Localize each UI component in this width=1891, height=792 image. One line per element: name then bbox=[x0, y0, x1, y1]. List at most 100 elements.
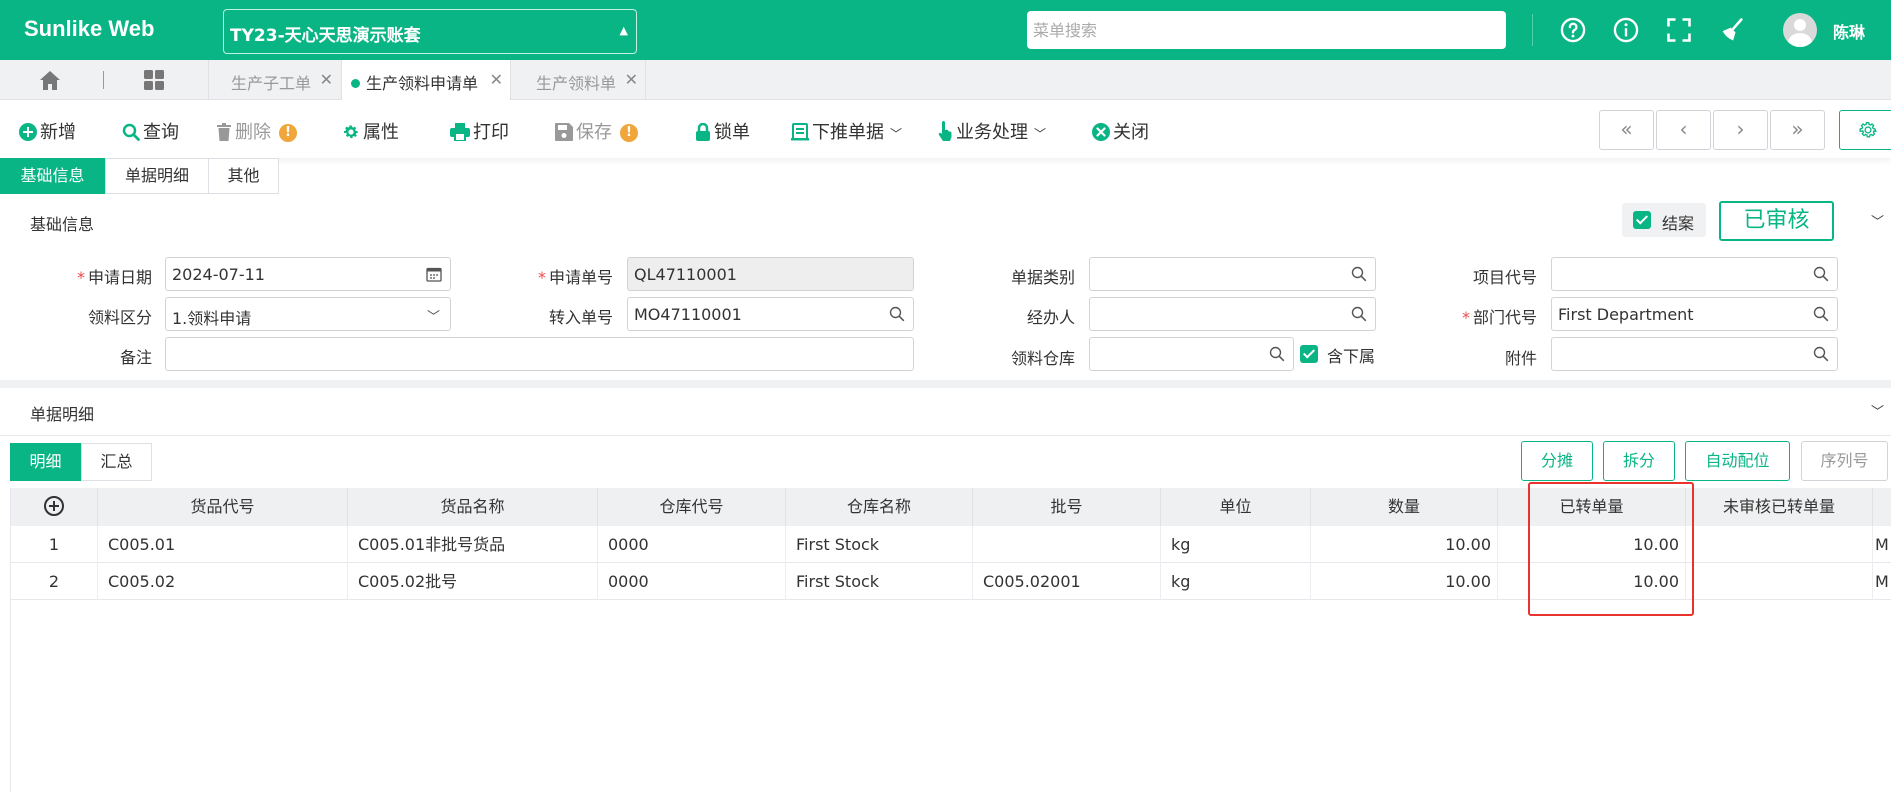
column-header[interactable]: 未审核已转单量 bbox=[1686, 488, 1873, 526]
column-header[interactable]: 仓库代号 bbox=[598, 488, 786, 526]
grid-menu-icon[interactable] bbox=[143, 69, 165, 91]
column-header[interactable]: 仓库名称 bbox=[786, 488, 973, 526]
cell-unit[interactable]: kg bbox=[1161, 526, 1311, 563]
broom-icon[interactable] bbox=[1718, 16, 1746, 44]
search-icon[interactable] bbox=[1813, 346, 1829, 362]
gear-icon bbox=[1859, 122, 1877, 138]
section-gap bbox=[0, 380, 1891, 388]
closed-checkbox[interactable]: 结案 bbox=[1622, 203, 1706, 237]
printer-icon bbox=[450, 123, 470, 142]
business-process-button[interactable]: 业务处理 ﹀ bbox=[937, 118, 1046, 144]
column-header[interactable]: 数量 bbox=[1311, 488, 1498, 526]
tab-document-details[interactable]: 单据明细 bbox=[105, 158, 209, 194]
menu-search-input[interactable] bbox=[1027, 11, 1506, 49]
prev-record-button[interactable]: ‹ bbox=[1656, 110, 1711, 150]
cell-wh-code[interactable]: 0000 bbox=[598, 526, 786, 563]
close-icon[interactable]: ✕ bbox=[625, 70, 638, 89]
cell-extra[interactable]: M bbox=[1873, 526, 1891, 563]
lock-button[interactable]: 锁单 bbox=[695, 118, 750, 144]
account-selector[interactable]: TY23-天心天思演示账套 ▲ bbox=[223, 9, 637, 54]
cell-unaudited[interactable] bbox=[1686, 526, 1873, 563]
column-header[interactable]: 批号 bbox=[973, 488, 1161, 526]
query-button[interactable]: 查询 bbox=[122, 118, 179, 144]
search-icon[interactable] bbox=[1813, 266, 1829, 282]
search-icon[interactable] bbox=[1351, 306, 1367, 322]
tab-material-request[interactable]: 生产领料申请单 ✕ bbox=[341, 60, 510, 100]
new-label: 新增 bbox=[40, 122, 76, 143]
fullscreen-icon[interactable] bbox=[1665, 16, 1693, 44]
last-record-button[interactable]: » bbox=[1770, 110, 1825, 150]
source-no-field[interactable]: MO47110001 bbox=[627, 297, 914, 331]
dept-code-field[interactable]: First Department bbox=[1551, 297, 1838, 331]
cell-wh-name[interactable]: First Stock bbox=[786, 563, 973, 600]
tab-material-issue[interactable]: 生产领料单 ✕ bbox=[510, 60, 646, 100]
tab-other[interactable]: 其他 bbox=[208, 158, 279, 194]
search-icon[interactable] bbox=[1813, 306, 1829, 322]
close-document-button[interactable]: 关闭 bbox=[1092, 118, 1149, 144]
apply-date-field[interactable]: 2024-07-11 bbox=[165, 257, 451, 291]
info-icon[interactable] bbox=[1612, 16, 1640, 44]
auto-locate-button[interactable]: 自动配位 bbox=[1685, 441, 1790, 481]
calendar-icon[interactable] bbox=[426, 266, 442, 282]
close-icon[interactable]: ✕ bbox=[320, 70, 333, 89]
chevron-down-icon[interactable]: ﹀ bbox=[1871, 211, 1884, 230]
cell-wh-code[interactable]: 0000 bbox=[598, 563, 786, 600]
column-header[interactable]: 货品名称 bbox=[348, 488, 598, 526]
cell-name[interactable]: C005.02批号 bbox=[348, 563, 598, 600]
home-icon[interactable] bbox=[38, 69, 62, 91]
search-icon[interactable] bbox=[1351, 266, 1367, 282]
cell-batch[interactable] bbox=[973, 526, 1161, 563]
user-avatar[interactable] bbox=[1783, 13, 1817, 47]
dept-code-value: First Department bbox=[1558, 305, 1694, 324]
split-button[interactable]: 拆分 bbox=[1603, 441, 1675, 481]
settings-button[interactable] bbox=[1839, 110, 1891, 150]
properties-button[interactable]: 属性 bbox=[342, 118, 399, 144]
cell-code[interactable]: C005.01 bbox=[98, 526, 348, 563]
doc-type-field[interactable] bbox=[1089, 257, 1376, 291]
chevron-down-icon[interactable]: ﹀ bbox=[1871, 401, 1884, 420]
warehouse-field[interactable] bbox=[1089, 337, 1294, 371]
cell-code[interactable]: C005.02 bbox=[98, 563, 348, 600]
push-down-button[interactable]: 下推单据 ﹀ bbox=[791, 118, 902, 144]
pick-type-select[interactable]: 1.领料申请 ﹀ bbox=[165, 297, 451, 331]
column-header[interactable]: 货品代号 bbox=[98, 488, 348, 526]
column-header[interactable] bbox=[1873, 488, 1891, 526]
user-name[interactable]: 陈琳 bbox=[1833, 19, 1865, 43]
include-sub-checkbox[interactable] bbox=[1300, 345, 1318, 363]
allocate-button[interactable]: 分摊 bbox=[1521, 441, 1593, 481]
attachment-field[interactable] bbox=[1551, 337, 1838, 371]
close-icon[interactable]: ✕ bbox=[490, 70, 503, 89]
remark-field[interactable] bbox=[165, 337, 914, 371]
tab-summary[interactable]: 汇总 bbox=[81, 443, 152, 481]
apply-no-label: * 申请单号 bbox=[537, 268, 613, 287]
handler-field[interactable] bbox=[1089, 297, 1376, 331]
save-button[interactable]: 保存! bbox=[555, 118, 638, 144]
search-icon[interactable] bbox=[1269, 346, 1285, 362]
search-icon[interactable] bbox=[889, 306, 905, 322]
cell-batch[interactable]: C005.02001 bbox=[973, 563, 1161, 600]
row-index: 1 bbox=[11, 526, 98, 563]
help-icon[interactable] bbox=[1559, 16, 1587, 44]
active-dot-icon bbox=[351, 79, 360, 88]
cell-unit[interactable]: kg bbox=[1161, 563, 1311, 600]
handler-label: 经办人 bbox=[1026, 308, 1075, 327]
cell-unaudited[interactable] bbox=[1686, 563, 1873, 600]
tab-basic-info[interactable]: 基础信息 bbox=[0, 158, 105, 194]
first-record-button[interactable]: « bbox=[1599, 110, 1654, 150]
delete-button[interactable]: 删除! bbox=[216, 118, 297, 144]
cell-name[interactable]: C005.01非批号货品 bbox=[348, 526, 598, 563]
serial-number-button[interactable]: 序列号 bbox=[1801, 441, 1888, 481]
next-record-button[interactable]: › bbox=[1713, 110, 1768, 150]
print-button[interactable]: 打印 bbox=[450, 118, 509, 144]
checkbox-checked-icon bbox=[1633, 211, 1651, 229]
cell-qty[interactable]: 10.00 bbox=[1311, 526, 1498, 563]
project-code-field[interactable] bbox=[1551, 257, 1838, 291]
column-header[interactable]: 单位 bbox=[1161, 488, 1311, 526]
cell-qty[interactable]: 10.00 bbox=[1311, 563, 1498, 600]
new-button[interactable]: 新增 bbox=[19, 118, 76, 144]
cell-wh-name[interactable]: First Stock bbox=[786, 526, 973, 563]
cell-extra[interactable]: M bbox=[1873, 563, 1891, 600]
add-row-button[interactable] bbox=[11, 488, 98, 526]
tab-production-sub-order[interactable]: 生产子工单 ✕ bbox=[208, 60, 341, 100]
tab-detail[interactable]: 明细 bbox=[10, 443, 81, 481]
